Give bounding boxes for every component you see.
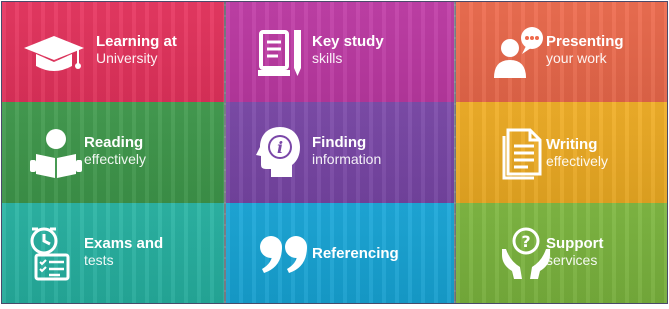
notebook-pencil-icon — [254, 26, 310, 82]
tile-label: Exams and tests — [84, 235, 164, 268]
tile-title: Reading — [84, 134, 144, 151]
tile-title: Writing — [546, 136, 598, 153]
tile-label: Reading effectively — [84, 134, 146, 167]
tile-subtitle: tests — [84, 251, 114, 268]
tile-subtitle: information — [312, 150, 382, 167]
tile-label: Learning at University — [96, 33, 177, 66]
tile-title: Support — [546, 235, 604, 252]
tile-subtitle: skills — [312, 49, 343, 66]
tile-subtitle: effectively — [546, 152, 608, 169]
svg-text:?: ? — [521, 232, 530, 251]
tile-finding-information[interactable]: i Finding information — [226, 102, 454, 203]
head-info-icon: i — [254, 123, 308, 179]
tile-title: Referencing — [312, 245, 399, 262]
tile-subtitle: University — [96, 49, 158, 66]
tile-subtitle: effectively — [84, 150, 146, 167]
graduation-cap-icon — [22, 24, 86, 80]
tile-title: Key study — [312, 33, 384, 50]
tile-subtitle: services — [546, 251, 598, 268]
tile-label: Presenting your work — [546, 33, 624, 66]
reader-book-icon — [26, 124, 86, 180]
document-icon — [500, 124, 550, 180]
tile-title: Finding — [312, 134, 367, 151]
tile-referencing[interactable]: Referencing — [226, 203, 454, 303]
tile-label: Finding information — [312, 134, 382, 167]
tile-label: Support services — [546, 235, 604, 268]
tile-presenting-your-work[interactable]: Presenting your work — [456, 2, 667, 102]
tile-grid: Learning at University Key study skills … — [2, 2, 667, 303]
tile-title: Learning at — [96, 33, 177, 50]
tile-reading-effectively[interactable]: Reading effectively — [2, 102, 224, 203]
tile-exams-and-tests[interactable]: Exams and tests — [2, 203, 224, 303]
tile-label: Referencing — [312, 245, 399, 263]
tile-label: Writing effectively — [546, 136, 608, 169]
quote-marks-icon — [258, 229, 310, 277]
presenter-speech-icon — [490, 24, 554, 80]
clock-checklist-icon — [24, 225, 82, 281]
tile-subtitle: your work — [546, 49, 607, 66]
tile-label: Key study skills — [312, 33, 384, 66]
svg-text:i: i — [277, 138, 283, 157]
study-skills-menu: Learning at University Key study skills … — [1, 1, 668, 304]
tile-key-study-skills[interactable]: Key study skills — [226, 2, 454, 102]
tile-support-services[interactable]: ? Support services — [456, 203, 667, 303]
tile-title: Presenting — [546, 33, 624, 50]
tile-learning-at-university[interactable]: Learning at University — [2, 2, 224, 102]
tile-writing-effectively[interactable]: Writing effectively — [456, 102, 667, 203]
tile-title: Exams and — [84, 235, 164, 252]
